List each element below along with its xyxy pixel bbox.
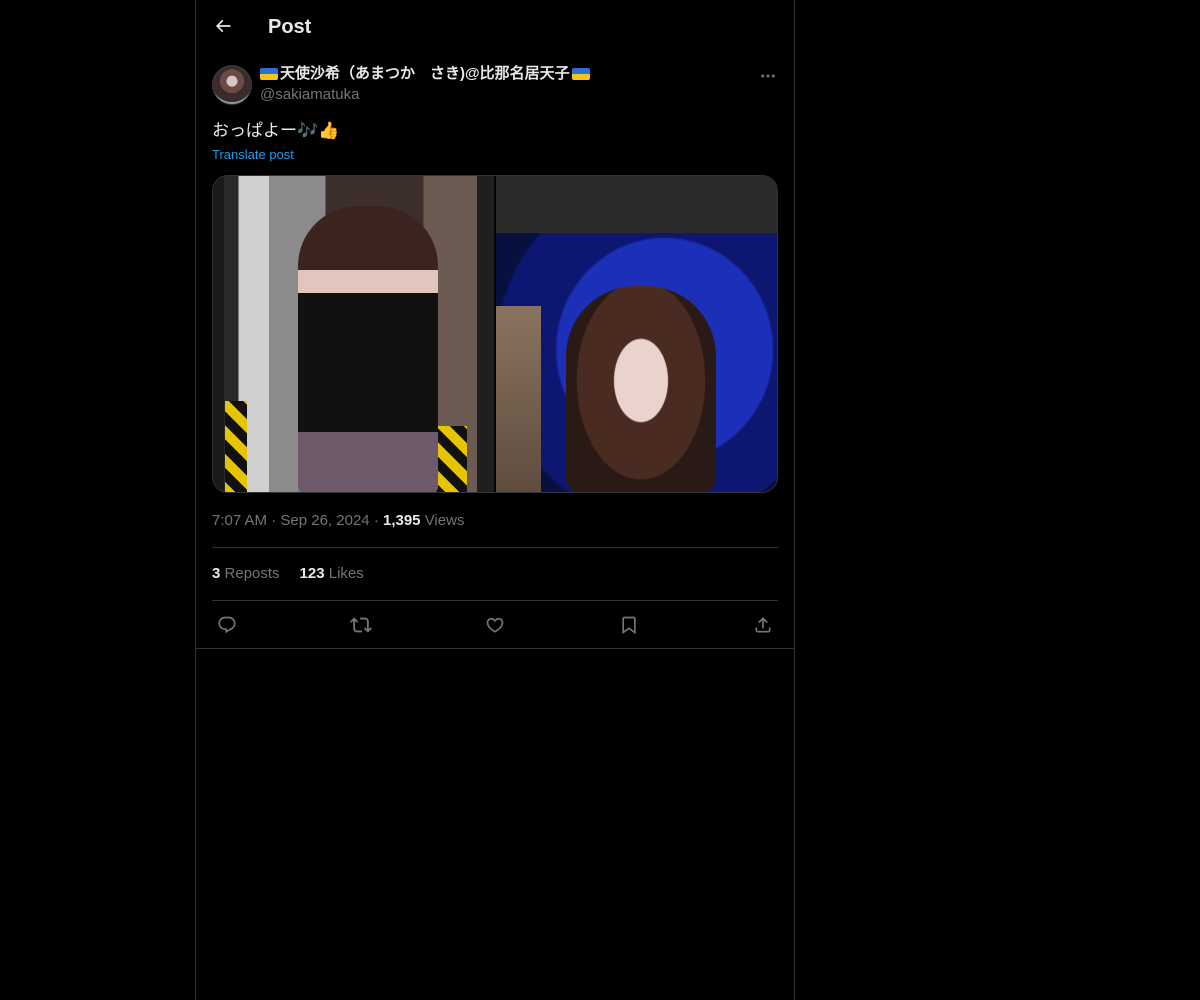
divider — [212, 547, 778, 548]
more-horizontal-icon — [761, 74, 775, 78]
avatar[interactable] — [212, 65, 252, 105]
more-options-button[interactable] — [756, 66, 780, 86]
likes-stat[interactable]: 123 Likes — [300, 564, 364, 584]
post-date[interactable]: Sep 26, 2024 — [280, 512, 369, 529]
post-photo-2[interactable] — [496, 176, 777, 492]
share-icon — [755, 617, 771, 633]
translate-post-link[interactable]: Translate post — [212, 146, 294, 164]
like-button[interactable] — [480, 610, 510, 640]
author-display-name-row[interactable]: 天使沙希（あまつか さき)@比那名居天子 — [260, 64, 740, 84]
post-time[interactable]: 7:07 AM — [212, 512, 267, 529]
reposts-stat[interactable]: 3 Reposts — [212, 564, 280, 584]
post-media-grid — [212, 175, 778, 493]
photo-2-floor — [496, 306, 541, 492]
divider — [212, 600, 778, 601]
author-names: 天使沙希（あまつか さき)@比那名居天子 @sakiamatuka — [260, 64, 740, 105]
meta-separator: · — [373, 512, 379, 529]
likes-label: Likes — [328, 565, 364, 582]
post-detail-column: Post 天使沙希（あまつか さき)@比那名居天子 @sakiamatuka お… — [195, 0, 795, 1000]
post-meta: 7:07 AM · Sep 26, 2024 · 1,395 Views — [212, 511, 464, 531]
photo-2-person — [566, 286, 716, 492]
meta-separator: · — [271, 512, 277, 529]
reposts-label: Reposts — [224, 565, 280, 582]
reposts-count: 3 — [212, 565, 221, 582]
back-button[interactable] — [206, 9, 240, 43]
bookmark-icon — [622, 616, 636, 635]
reply-button[interactable] — [212, 610, 242, 640]
like-icon — [486, 617, 504, 633]
author-handle[interactable]: @sakiamatuka — [260, 85, 740, 105]
page-header: Post — [196, 0, 794, 53]
post-action-bar — [212, 610, 778, 640]
likes-count: 123 — [299, 565, 325, 582]
photo-1-hazard-stripe — [225, 401, 247, 492]
bookmark-button[interactable] — [614, 610, 644, 640]
author-display-name: 天使沙希（あまつか さき)@比那名居天子 — [280, 65, 570, 82]
ukraine-flag-icon — [571, 68, 590, 80]
post-photo-1[interactable] — [213, 176, 494, 492]
post-bottom-border — [196, 648, 794, 649]
repost-icon — [350, 617, 372, 633]
page-title: Post — [268, 16, 312, 38]
post-text: おっぱよー🎶👍 — [212, 121, 340, 140]
photo-1-person — [298, 206, 438, 492]
share-button[interactable] — [748, 610, 778, 640]
reply-icon — [218, 616, 236, 634]
photo-1-hazard-stripe-right — [435, 426, 467, 492]
post-stats: 3 Reposts 123 Likes — [212, 564, 364, 584]
ukraine-flag-icon — [260, 68, 278, 80]
repost-button[interactable] — [346, 610, 376, 640]
arrow-left-icon — [215, 19, 231, 33]
views-count: 1,395 — [382, 512, 421, 529]
views-label: Views — [424, 512, 465, 529]
